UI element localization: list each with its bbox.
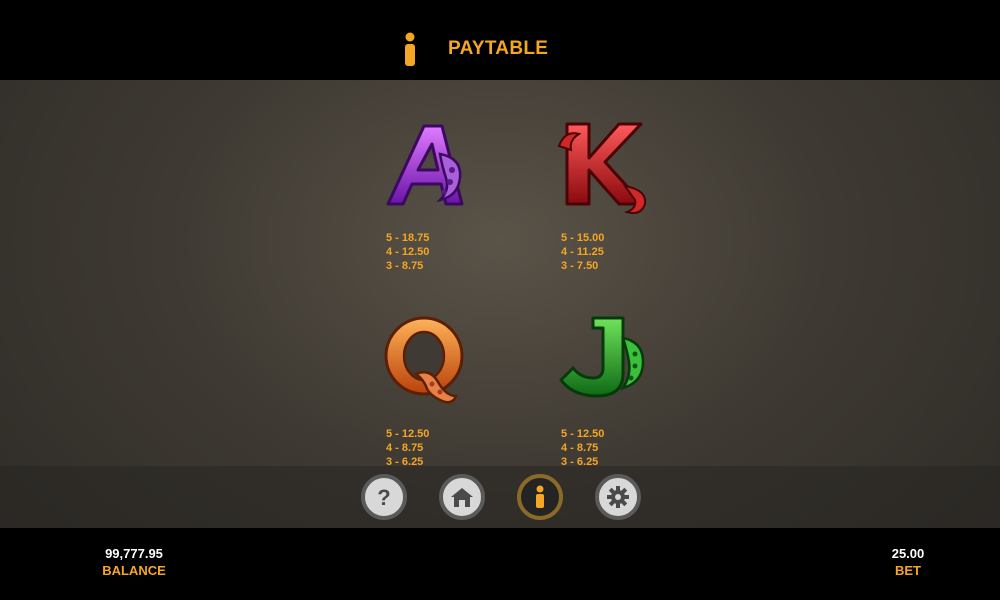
pay-line: 4 - 8.75 (561, 442, 599, 454)
symbol-a-icon (386, 124, 464, 206)
symbol-q-icon (384, 316, 464, 404)
svg-text:?: ? (377, 485, 390, 509)
info-button[interactable] (517, 474, 563, 520)
info-icon (536, 485, 544, 508)
pay-line: 4 - 12.50 (386, 246, 430, 258)
pay-line: 3 - 7.50 (561, 260, 599, 272)
pay-line: 4 - 8.75 (386, 442, 424, 454)
pay-line: 5 - 12.50 (561, 428, 605, 440)
pay-line: 5 - 15.00 (561, 232, 605, 244)
settings-button[interactable] (595, 474, 641, 520)
page-title: PAYTABLE (448, 38, 549, 59)
symbol-j-icon (559, 316, 645, 398)
symbol-j-paytable: 5 - 12.50 4 - 8.75 3 - 6.25 (561, 427, 604, 469)
pay-line: 3 - 8.75 (386, 260, 424, 272)
question-icon: ? (377, 485, 390, 509)
home-icon (451, 488, 473, 507)
control-strip (0, 466, 1000, 528)
pay-line: 5 - 12.50 (386, 428, 430, 440)
pay-line: 4 - 11.25 (561, 246, 604, 258)
symbol-k-paytable: 5 - 15.00 4 - 11.25 3 - 7.50 (561, 231, 604, 273)
symbol-k-icon (557, 122, 647, 214)
pay-line: 5 - 18.75 (386, 232, 430, 244)
help-button[interactable]: ? (361, 474, 407, 520)
balance-label: BALANCE (102, 563, 166, 578)
balance-value: 99,777.95 (105, 546, 163, 561)
bet-value: 25.00 (891, 546, 925, 561)
home-button[interactable] (439, 474, 485, 520)
info-icon (405, 32, 415, 66)
bet-label: BET (895, 563, 921, 578)
symbol-a-paytable: 5 - 18.75 4 - 12.50 3 - 8.75 (386, 231, 429, 273)
symbol-q-paytable: 5 - 12.50 4 - 8.75 3 - 6.25 (386, 427, 429, 469)
gear-icon (607, 486, 629, 508)
